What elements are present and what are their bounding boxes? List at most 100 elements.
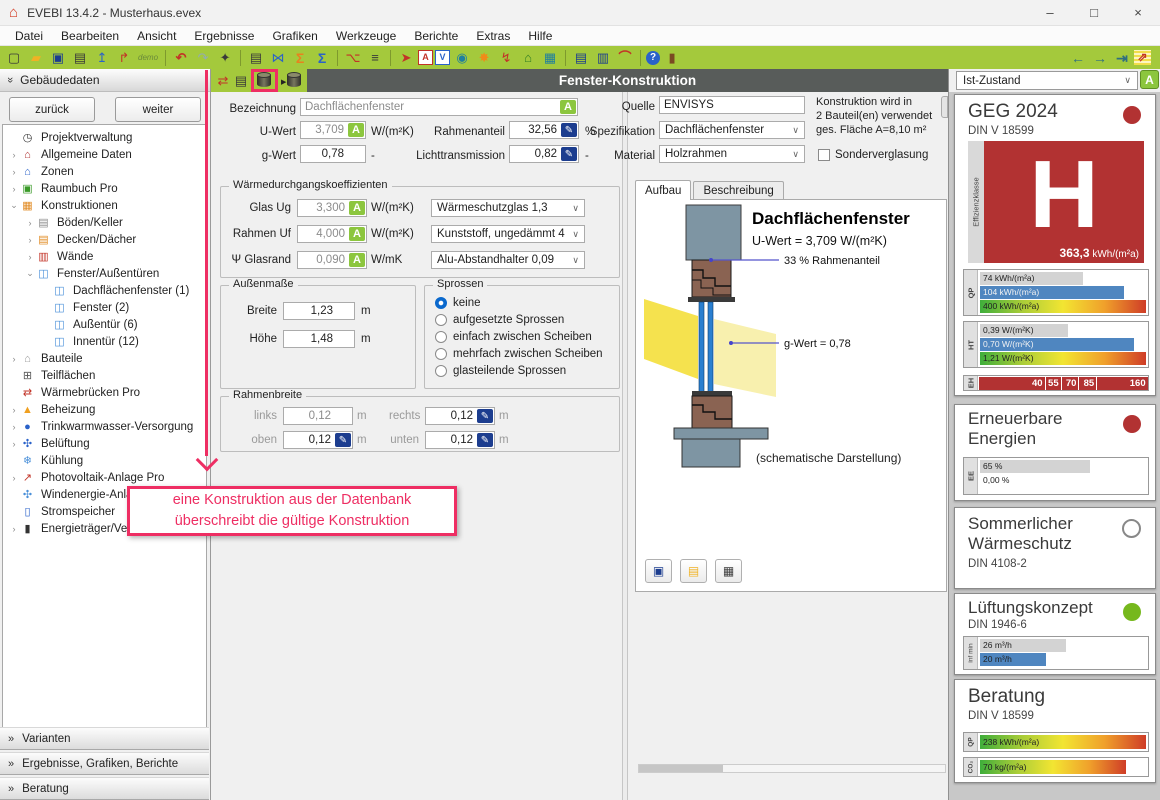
copy-icon[interactable]: ▤ xyxy=(70,48,90,67)
sprossen-option[interactable]: keine xyxy=(425,295,619,312)
waerme-select[interactable]: Wärmeschutzglas 1,3 ∨ xyxy=(431,199,585,217)
dimension-input[interactable]: 1,48 xyxy=(283,330,355,348)
menu-item[interactable]: Hilfe xyxy=(519,29,561,43)
tree-item[interactable]: ⌄ ▦ Konstruktionen xyxy=(3,197,206,214)
tree-item[interactable]: › ⌂ Bauteile xyxy=(3,350,206,367)
waerme-value-input[interactable]: 0,090 A xyxy=(297,251,367,269)
menu-item[interactable]: Berichte xyxy=(405,29,467,43)
efficiency-chart-icon[interactable]: ⇗ xyxy=(1134,50,1151,65)
tree-item[interactable]: ◫ Innentür (12) xyxy=(3,333,206,350)
tree-item[interactable]: › ▲ Beheizung xyxy=(3,401,206,418)
house-icon[interactable]: ⌂ xyxy=(518,48,538,67)
tree-item[interactable]: ⊞ Teilflächen xyxy=(3,367,206,384)
waerme-value-input[interactable]: 4,000 A xyxy=(297,225,367,243)
print-image-icon[interactable]: ▦ xyxy=(715,559,742,583)
web-icon[interactable]: ◉ xyxy=(452,48,472,67)
material-select[interactable]: Holzrahmen ∨ xyxy=(659,145,805,163)
sprossen-option[interactable]: glasteilende Sprossen xyxy=(425,362,619,379)
radio-icon[interactable] xyxy=(435,297,447,310)
g-wert-input[interactable]: 0,78 xyxy=(300,145,366,163)
dimension-input[interactable]: 1,23 xyxy=(283,302,355,320)
radio-icon[interactable] xyxy=(435,314,447,327)
variant-auto-badge[interactable]: A xyxy=(1140,70,1159,89)
tree-item[interactable]: › ↗ Photovoltaik-Anlage Pro xyxy=(3,469,206,486)
calc-report-icon[interactable]: ▤ xyxy=(571,48,591,67)
expander-icon[interactable]: › xyxy=(8,167,20,177)
grid-icon[interactable]: ▦ xyxy=(540,48,560,67)
sprossen-option[interactable]: aufgesetzte Sprossen xyxy=(425,312,619,329)
report-error-icon[interactable]: ▥ xyxy=(593,48,613,67)
sidebar-panel-bar[interactable]: » Beratung xyxy=(0,777,209,800)
tab[interactable]: Beschreibung xyxy=(693,181,784,200)
waerme-select[interactable]: Alu-Abstandhalter 0,09 ∨ xyxy=(431,251,585,269)
sun-icon[interactable]: ✸ xyxy=(474,48,494,67)
sprossen-option[interactable]: einfach zwischen Scheiben xyxy=(425,329,619,346)
wizard-icon[interactable]: ✦ xyxy=(215,48,235,67)
v-badge-icon[interactable]: V xyxy=(435,50,451,65)
expander-icon[interactable]: ⌄ xyxy=(8,200,20,211)
demo-label[interactable]: demo xyxy=(136,48,160,67)
redo-icon[interactable]: ↷ xyxy=(193,48,213,67)
tree-item[interactable]: ⇄ Wärmebrücken Pro xyxy=(3,384,206,401)
expander-icon[interactable]: › xyxy=(24,218,36,228)
tree-item[interactable]: › ▣ Raumbuch Pro xyxy=(3,180,206,197)
expander-icon[interactable]: › xyxy=(8,439,20,449)
new-file-icon[interactable]: ▢ xyxy=(4,48,24,67)
sidebar-panel-bar[interactable]: » Ergebnisse, Grafiken, Berichte xyxy=(0,752,209,775)
expander-icon[interactable]: › xyxy=(24,252,36,262)
expander-icon[interactable]: › xyxy=(8,524,20,534)
sprossen-option[interactable]: mehrfach zwischen Scheiben xyxy=(425,345,619,362)
rechts-input[interactable]: 0,12 ✎ xyxy=(425,407,495,425)
report-icon[interactable]: ▤ xyxy=(246,48,266,67)
tree-item[interactable]: › ⌂ Zonen xyxy=(3,163,206,180)
tree-item[interactable]: › ● Trinkwarmwasser-Versorgung xyxy=(3,418,206,435)
close-button[interactable]: × xyxy=(1116,0,1160,25)
expander-icon[interactable]: › xyxy=(8,422,20,432)
tree-item[interactable]: › ✣ Belüftung xyxy=(3,435,206,452)
scrollbar-thumb[interactable] xyxy=(639,765,723,772)
waerme-select[interactable]: Kunststoff, ungedämmt 4 ∨ xyxy=(431,225,585,243)
sonderverglasung-checkbox[interactable] xyxy=(818,149,830,161)
help-icon[interactable]: ? xyxy=(646,50,661,65)
menu-item[interactable]: Bearbeiten xyxy=(52,29,128,43)
bezeichnung-input[interactable]: Dachflächenfenster A xyxy=(300,98,578,116)
expander-icon[interactable]: › xyxy=(8,184,20,194)
merge-icon[interactable]: ⋈ xyxy=(268,48,288,67)
open-folder-icon[interactable]: ▰ xyxy=(26,48,46,67)
database-export-icon[interactable]: ▶ xyxy=(281,72,301,89)
menu-item[interactable]: Werkzeuge xyxy=(327,29,405,43)
panel-collapse-handle[interactable] xyxy=(941,96,948,118)
menu-item[interactable]: Grafiken xyxy=(263,29,326,43)
sidebar-panel-bar[interactable]: » Varianten xyxy=(0,727,209,750)
menu-item[interactable]: Ergebnisse xyxy=(185,29,263,43)
expander-icon[interactable]: › xyxy=(8,354,20,364)
variant-select[interactable]: Ist-Zustand ∨ xyxy=(956,71,1138,90)
list-icon[interactable]: ≡ xyxy=(365,48,385,67)
radio-icon[interactable] xyxy=(435,347,447,360)
sum-blue-icon[interactable]: Σ xyxy=(312,48,332,67)
tree-item[interactable]: › ▤ Böden/Keller xyxy=(3,214,206,231)
oben-input[interactable]: 0,12 ✎ xyxy=(283,431,353,449)
unten-input[interactable]: 0,12 ✎ xyxy=(425,431,495,449)
radio-icon[interactable] xyxy=(435,330,447,343)
flag-icon[interactable]: ➤ xyxy=(396,48,416,67)
minimize-button[interactable]: – xyxy=(1028,0,1072,25)
horizontal-scrollbar[interactable] xyxy=(638,764,946,773)
spezifikation-select[interactable]: Dachflächenfenster ∨ xyxy=(659,121,805,139)
splitter[interactable] xyxy=(622,92,628,800)
u-wert-input[interactable]: 3,709 A xyxy=(300,121,366,139)
roof-icon[interactable]: ⌒ xyxy=(615,48,635,67)
compare-constructions-icon[interactable]: ⇄ xyxy=(214,71,232,90)
nav-forward-icon[interactable]: → xyxy=(1090,48,1110,67)
expander-icon[interactable]: › xyxy=(24,235,36,245)
quelle-input[interactable]: ENVISYS xyxy=(659,96,805,114)
tree-item[interactable]: › ▤ Decken/Dächer xyxy=(3,231,206,248)
radio-icon[interactable] xyxy=(435,364,447,377)
tree-item[interactable]: ❄ Kühlung xyxy=(3,452,206,469)
menu-item[interactable]: Datei xyxy=(6,29,52,43)
nav-back-icon[interactable]: ← xyxy=(1068,48,1088,67)
tree-item[interactable]: ◫ Außentür (6) xyxy=(3,316,206,333)
structure-icon[interactable]: ⌥ xyxy=(343,48,363,67)
copy-image-icon[interactable]: ▤ xyxy=(680,559,707,583)
expander-icon[interactable]: › xyxy=(8,405,20,415)
